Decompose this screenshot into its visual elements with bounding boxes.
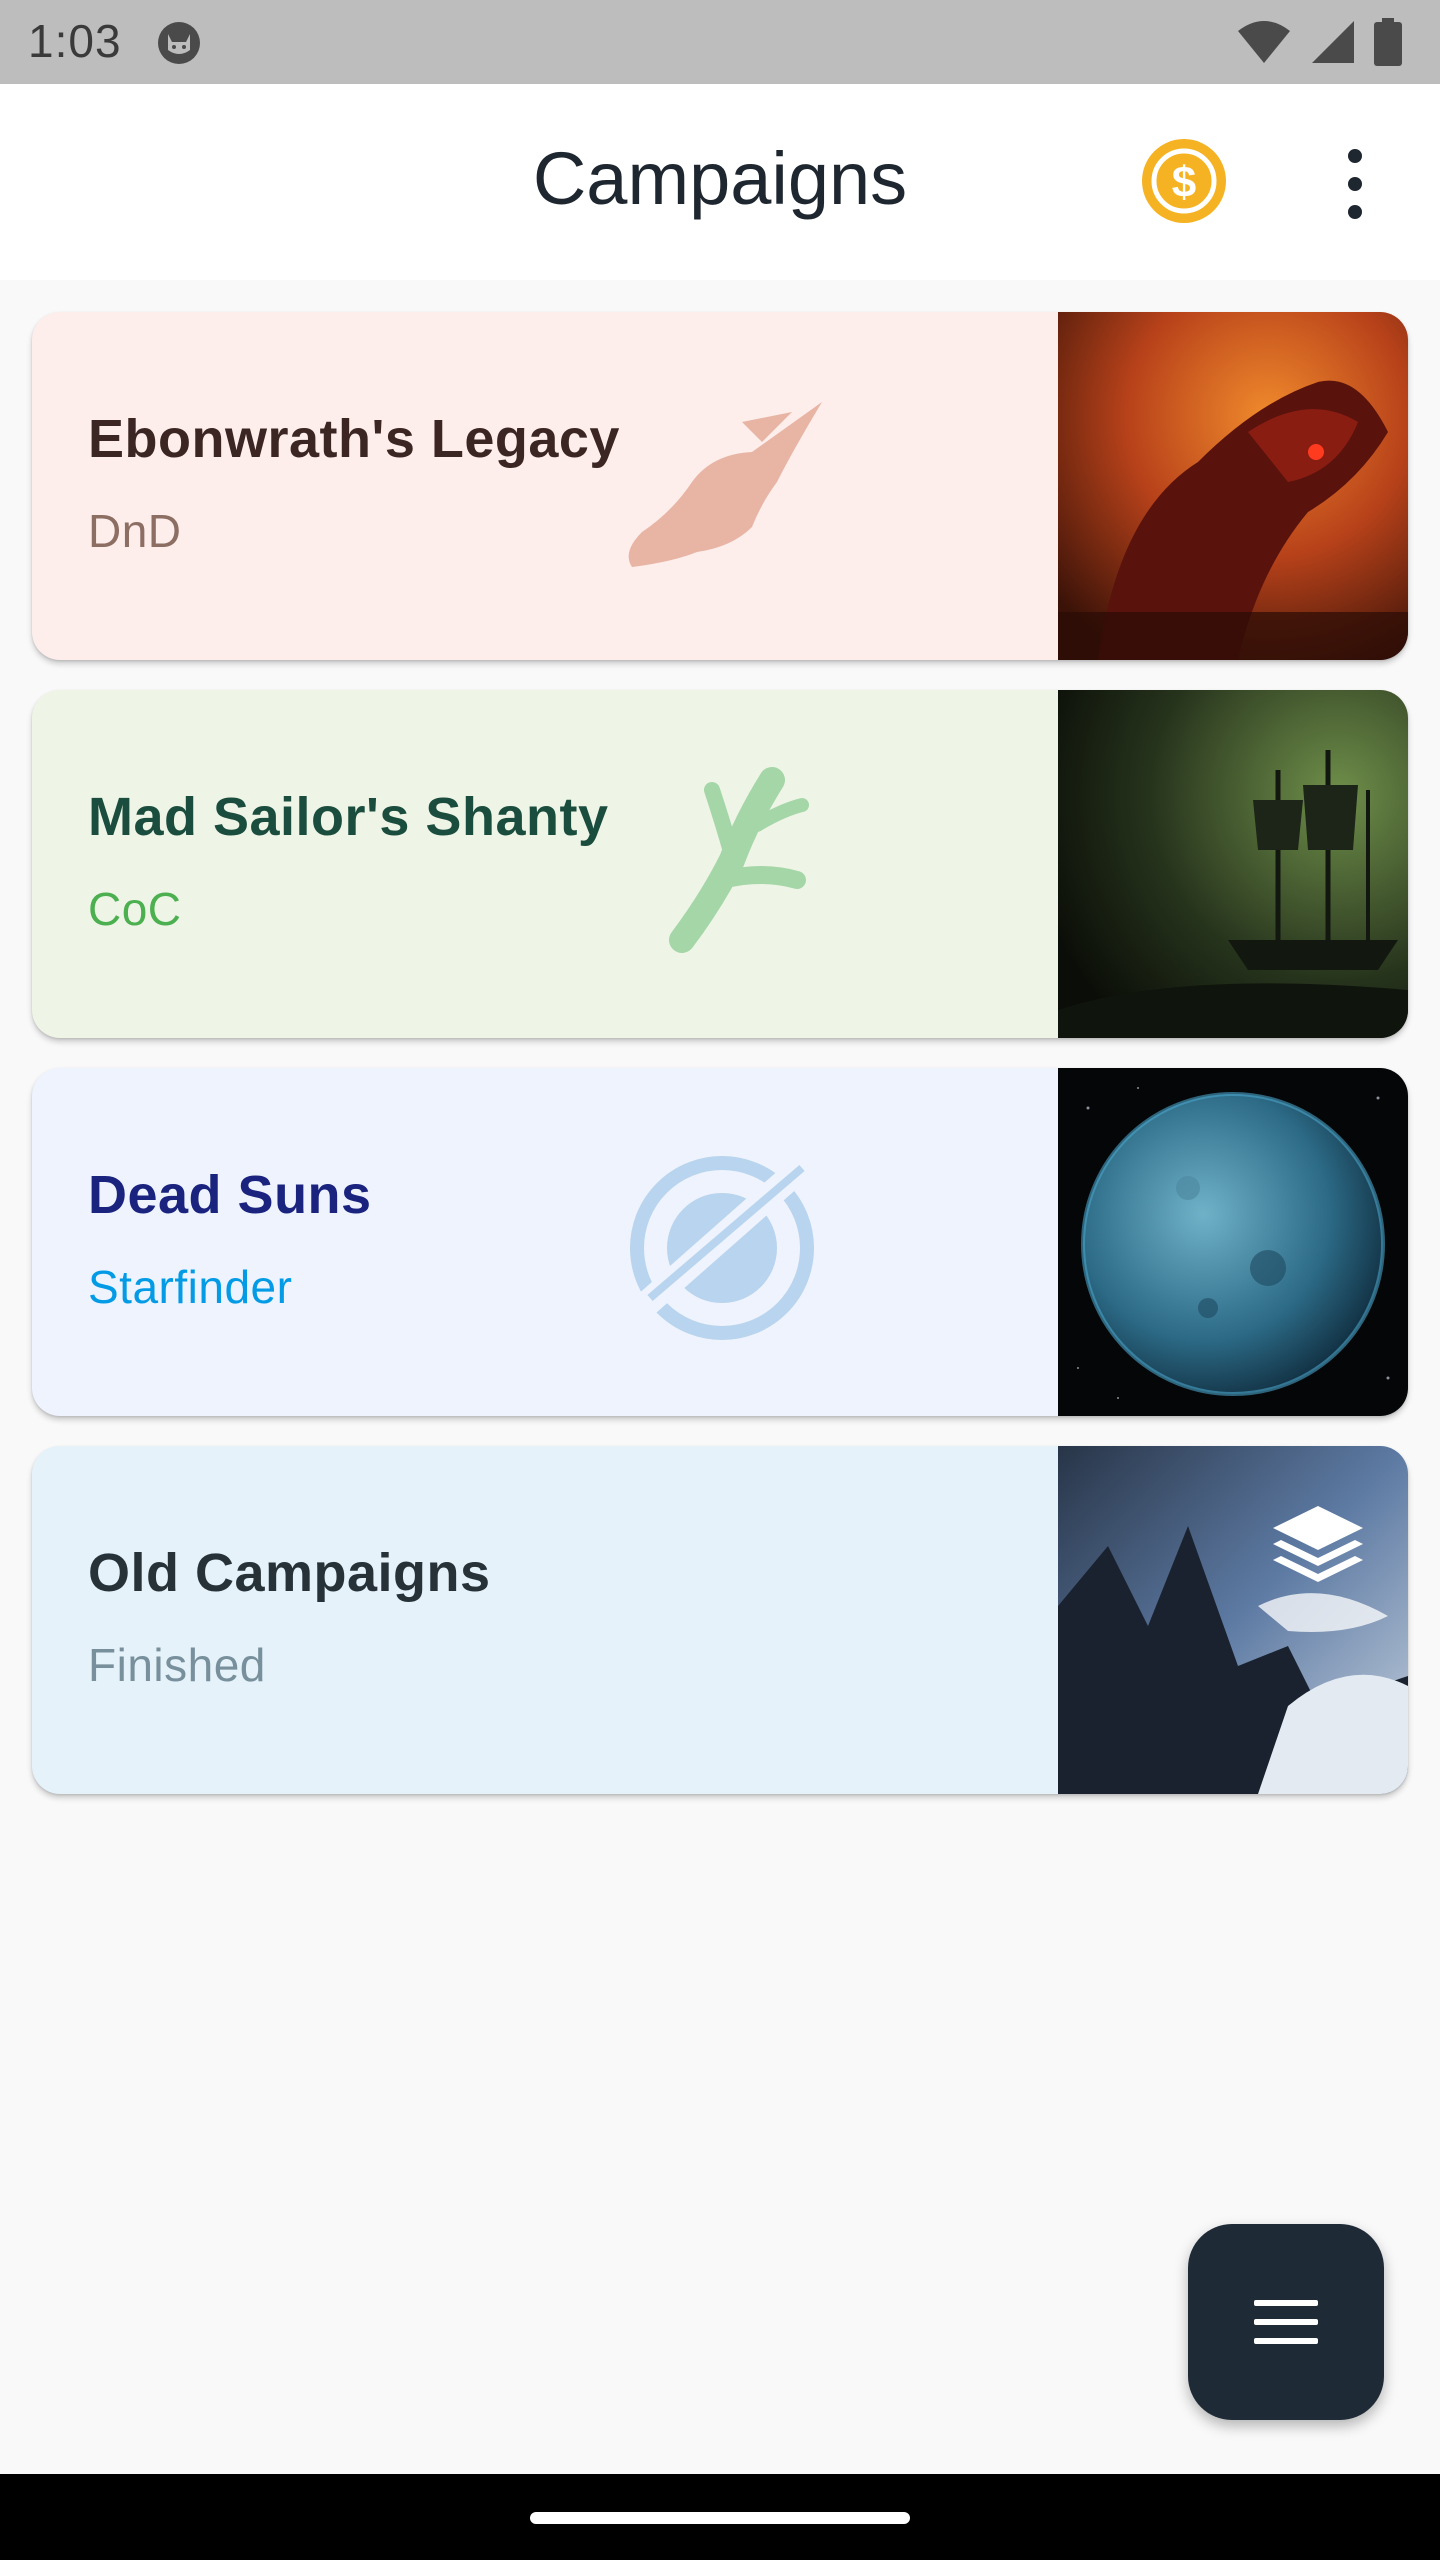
battery-icon bbox=[1374, 18, 1402, 66]
wifi-icon bbox=[1238, 21, 1290, 63]
svg-text:$: $ bbox=[1172, 158, 1196, 207]
mountain-artwork bbox=[1058, 1446, 1408, 1794]
campaign-title: Dead Suns bbox=[88, 1165, 372, 1225]
system-nav-bar bbox=[0, 2474, 1440, 2560]
campaign-title: Old Campaigns bbox=[88, 1543, 491, 1603]
campaign-title: Mad Sailor's Shanty bbox=[88, 787, 609, 847]
status-time: 1:03 bbox=[28, 15, 122, 67]
campaign-system: DnD bbox=[88, 505, 182, 557]
campaign-card-old-campaigns[interactable]: Old Campaigns Finished bbox=[32, 1446, 1408, 1794]
campaign-title: Ebonwrath's Legacy bbox=[88, 409, 620, 469]
cell-signal-icon bbox=[1312, 21, 1354, 63]
menu-icon bbox=[1254, 2300, 1318, 2344]
more-vert-icon[interactable] bbox=[1330, 144, 1380, 224]
menu-fab-button[interactable] bbox=[1188, 2224, 1384, 2420]
red-dragon-artwork bbox=[1058, 312, 1408, 660]
campaign-system: Starfinder bbox=[88, 1261, 293, 1313]
app-bar: Campaigns $ bbox=[0, 84, 1440, 280]
home-indicator[interactable] bbox=[530, 2512, 910, 2524]
campaign-card-ebonwraths-legacy[interactable]: Ebonwrath's Legacy DnD bbox=[32, 312, 1408, 660]
campaign-card-dead-suns[interactable]: Dead Suns Starfinder bbox=[32, 1068, 1408, 1416]
status-bar: 1:03 bbox=[0, 0, 1440, 84]
cat-notification-icon bbox=[158, 22, 200, 64]
dragon-head-icon bbox=[628, 402, 822, 567]
campaign-system: Finished bbox=[88, 1639, 266, 1691]
campaign-card-mad-sailors-shanty[interactable]: Mad Sailor's Shanty CoC bbox=[32, 690, 1408, 1038]
ghost-ship-artwork bbox=[1058, 690, 1408, 1038]
starfinder-planet-icon bbox=[630, 1148, 821, 1340]
tentacle-icon bbox=[669, 767, 809, 953]
dollar-coin-icon[interactable]: $ bbox=[1140, 137, 1228, 225]
campaign-system: CoC bbox=[88, 883, 182, 935]
blue-planet-artwork bbox=[1058, 1068, 1408, 1416]
